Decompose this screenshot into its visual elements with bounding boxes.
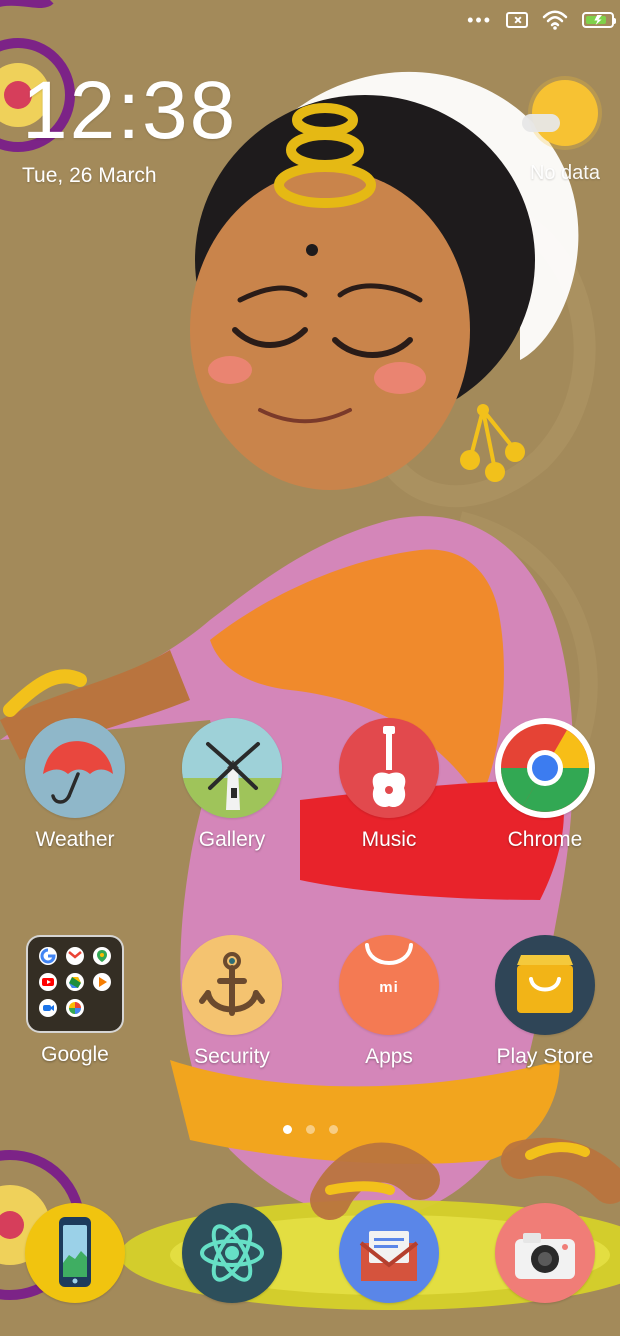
app-label: Play Store <box>496 1045 594 1068</box>
wallpaper-illustration <box>0 0 620 1336</box>
app-music[interactable]: Music <box>319 718 459 852</box>
page-dot <box>328 1125 338 1134</box>
duo-icon <box>38 999 57 1017</box>
umbrella-icon <box>25 718 125 818</box>
mi-logo-text: mi <box>379 979 399 996</box>
page-indicator <box>0 1125 620 1134</box>
app-apps[interactable]: mi Apps <box>319 935 459 1069</box>
phone-icon <box>25 1203 125 1303</box>
camera-icon <box>495 1203 595 1303</box>
dock-camera[interactable] <box>495 1203 595 1303</box>
app-chrome[interactable]: Chrome <box>475 718 615 852</box>
clock-date: Tue, 26 March <box>22 164 157 187</box>
youtube-icon <box>38 973 57 991</box>
gmail-icon <box>65 947 84 965</box>
app-label: Apps <box>365 1045 413 1068</box>
page-dot <box>305 1125 315 1134</box>
cloud-icon <box>522 114 560 132</box>
sun-icon <box>532 80 598 146</box>
clock-widget[interactable]: 12:38 Tue, 26 March <box>22 70 237 188</box>
no-sim-icon <box>506 12 528 28</box>
dock-messaging[interactable] <box>339 1203 439 1303</box>
app-play-store[interactable]: Play Store <box>475 935 615 1069</box>
app-weather[interactable]: Weather <box>5 718 145 852</box>
anchor-icon <box>182 935 282 1035</box>
app-security[interactable]: Security <box>162 935 302 1069</box>
page-dot <box>282 1125 292 1134</box>
app-label: Security <box>194 1045 270 1068</box>
google-icon <box>38 947 57 965</box>
photos-icon <box>65 999 84 1017</box>
maps-icon <box>93 947 112 965</box>
app-label: Google <box>41 1043 109 1066</box>
battery-tip <box>613 18 616 24</box>
shopping-bag-icon <box>495 935 595 1035</box>
folder-icon <box>26 935 124 1033</box>
app-label: Music <box>361 828 417 851</box>
app-label: Gallery <box>198 828 266 851</box>
mi-bag-icon: mi <box>339 935 439 1035</box>
app-label: Chrome <box>507 828 583 851</box>
app-folder-google[interactable]: Google <box>5 935 145 1067</box>
battery-icon <box>582 12 616 28</box>
app-gallery[interactable]: Gallery <box>162 718 302 852</box>
clock-time: 12:38 <box>22 65 238 156</box>
guitar-icon <box>339 718 439 818</box>
status-icons: ••• <box>467 10 616 30</box>
more-dots-icon: ••• <box>467 10 492 30</box>
atom-icon <box>182 1203 282 1303</box>
wifi-icon <box>542 10 568 30</box>
status-bar: ••• <box>0 0 620 48</box>
windmill-icon <box>182 718 282 818</box>
play-movies-icon <box>93 973 112 991</box>
dock-atom-app[interactable] <box>182 1203 282 1303</box>
app-label: Weather <box>35 828 115 851</box>
weather-widget[interactable]: No data <box>480 80 600 200</box>
dock-phone-manager[interactable] <box>25 1203 125 1303</box>
chrome-icon <box>495 718 595 818</box>
weather-status-text: No data <box>529 162 600 184</box>
mail-icon <box>339 1203 439 1303</box>
drive-icon <box>65 973 84 991</box>
